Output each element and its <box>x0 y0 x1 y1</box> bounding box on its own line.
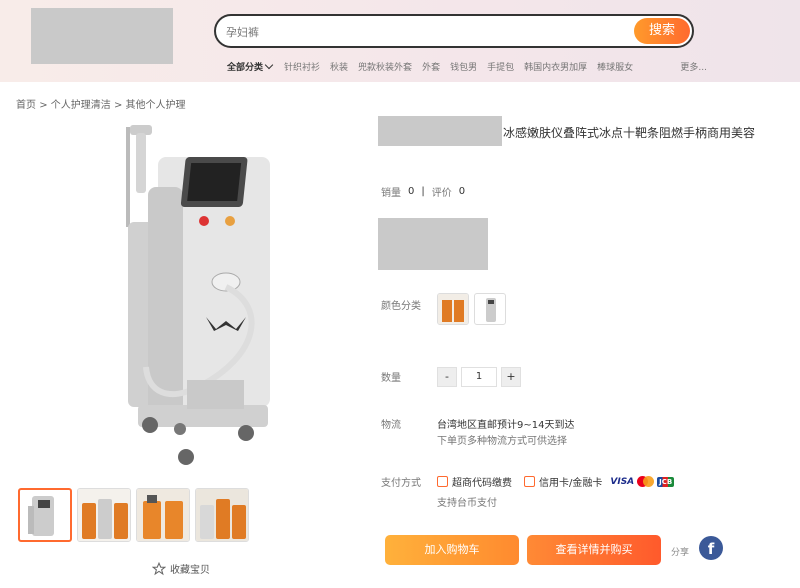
mastercard-icon <box>637 476 655 487</box>
facebook-icon[interactable]: f <box>699 536 723 560</box>
search-button[interactable]: 搜索 <box>634 18 690 44</box>
thumbnail-3[interactable] <box>136 488 190 542</box>
top-header: 孕妇裤 搜索 全部分类 针织衬衫 秋装 兜款秋装外套 外套 钱包男 手提包 韩国… <box>0 0 800 82</box>
store-icon <box>437 476 448 487</box>
all-categories-menu[interactable]: 全部分类 <box>227 60 274 73</box>
title-redacted <box>378 116 502 146</box>
add-to-cart-button[interactable]: 加入购物车 <box>385 535 519 565</box>
product-main-image[interactable] <box>118 117 363 480</box>
price-redacted <box>378 218 488 270</box>
shipping-label: 物流 <box>381 420 401 431</box>
payment-label: 支付方式 <box>381 478 421 489</box>
sales-label: 销量 <box>381 188 401 199</box>
sales-value: 0 <box>408 186 415 197</box>
nav-link[interactable]: 棒球服女 <box>597 60 633 73</box>
quantity-plus-button[interactable]: + <box>501 367 521 387</box>
nav-link[interactable]: 手提包 <box>487 60 514 73</box>
chevron-down-icon <box>264 60 274 69</box>
breadcrumb-subcategory[interactable]: 其他个人护理 <box>126 100 186 111</box>
product-title: 冰感嫩肤仪叠阵式冰点十靶条阻燃手柄商用美容 <box>503 126 756 140</box>
reviews-value: 0 <box>458 186 466 197</box>
star-icon <box>152 561 166 575</box>
thumbnail-strip <box>18 488 249 542</box>
store-logo[interactable] <box>31 8 173 64</box>
breadcrumb-category[interactable]: 个人护理清洁 <box>51 100 111 111</box>
breadcrumb-separator: > <box>39 100 48 111</box>
card-icon <box>524 476 535 487</box>
search-box[interactable]: 孕妇裤 搜索 <box>214 14 694 48</box>
reviews-label[interactable]: 评价 <box>432 184 452 199</box>
all-categories-label: 全部分类 <box>227 62 264 73</box>
category-nav: 全部分类 针织衬衫 秋装 兜款秋装外套 外套 钱包男 手提包 韩国内衣男加厚 棒… <box>227 59 707 73</box>
buy-now-button[interactable]: 查看详情并购买 <box>527 535 661 565</box>
card-logos: VISA JCB <box>610 476 675 487</box>
breadcrumb-separator: > <box>113 100 123 111</box>
jcb-icon: JCB <box>657 476 675 487</box>
payment-option-card: 信用卡/金融卡 <box>539 478 603 489</box>
quantity-input[interactable]: 1 <box>461 367 497 387</box>
payment-options: 超商代码缴费 信用卡/金融卡 VISA JCB <box>437 474 675 489</box>
nav-link[interactable]: 外套 <box>422 60 440 73</box>
thumbnail-1[interactable] <box>18 488 72 542</box>
nav-link[interactable]: 钱包男 <box>450 60 477 73</box>
color-label: 颜色分类 <box>381 301 421 312</box>
thumbnail-2[interactable] <box>77 488 131 542</box>
payment-note: 支持台币支付 <box>437 498 497 509</box>
quantity-label: 数量 <box>381 373 401 384</box>
color-option-1[interactable] <box>437 293 469 325</box>
favorite-label: 收藏宝贝 <box>170 565 210 576</box>
visa-icon: VISA <box>610 476 635 487</box>
nav-link[interactable]: 针织衬衫 <box>284 60 320 73</box>
share-label: 分享 <box>671 548 690 558</box>
quantity-minus-button[interactable]: - <box>437 367 457 387</box>
nav-link[interactable]: 秋装 <box>330 60 348 73</box>
breadcrumb-home[interactable]: 首页 <box>16 100 36 111</box>
shipping-estimate: 台湾地区直邮预计9~14天到达 <box>437 420 575 431</box>
quantity-stepper: - 1 + <box>437 367 521 387</box>
color-option-2[interactable] <box>474 293 506 325</box>
thumbnail-4[interactable] <box>195 488 249 542</box>
nav-link[interactable]: 兜款秋装外套 <box>358 60 412 73</box>
shipping-note: 下单页多种物流方式可供选择 <box>437 436 567 447</box>
nav-link[interactable]: 韩国内衣男加厚 <box>524 60 587 73</box>
breadcrumb: 首页 > 个人护理清洁 > 其他个人护理 <box>16 96 186 111</box>
stats-divider: | <box>421 186 425 197</box>
nav-more-link[interactable]: 更多... <box>680 60 707 73</box>
payment-option-store: 超商代码缴费 <box>452 478 512 489</box>
favorite-button[interactable]: 收藏宝贝 <box>152 561 210 576</box>
product-stats: 销量 0 | 评价 0 <box>381 184 465 199</box>
search-input[interactable]: 孕妇裤 <box>226 24 259 40</box>
